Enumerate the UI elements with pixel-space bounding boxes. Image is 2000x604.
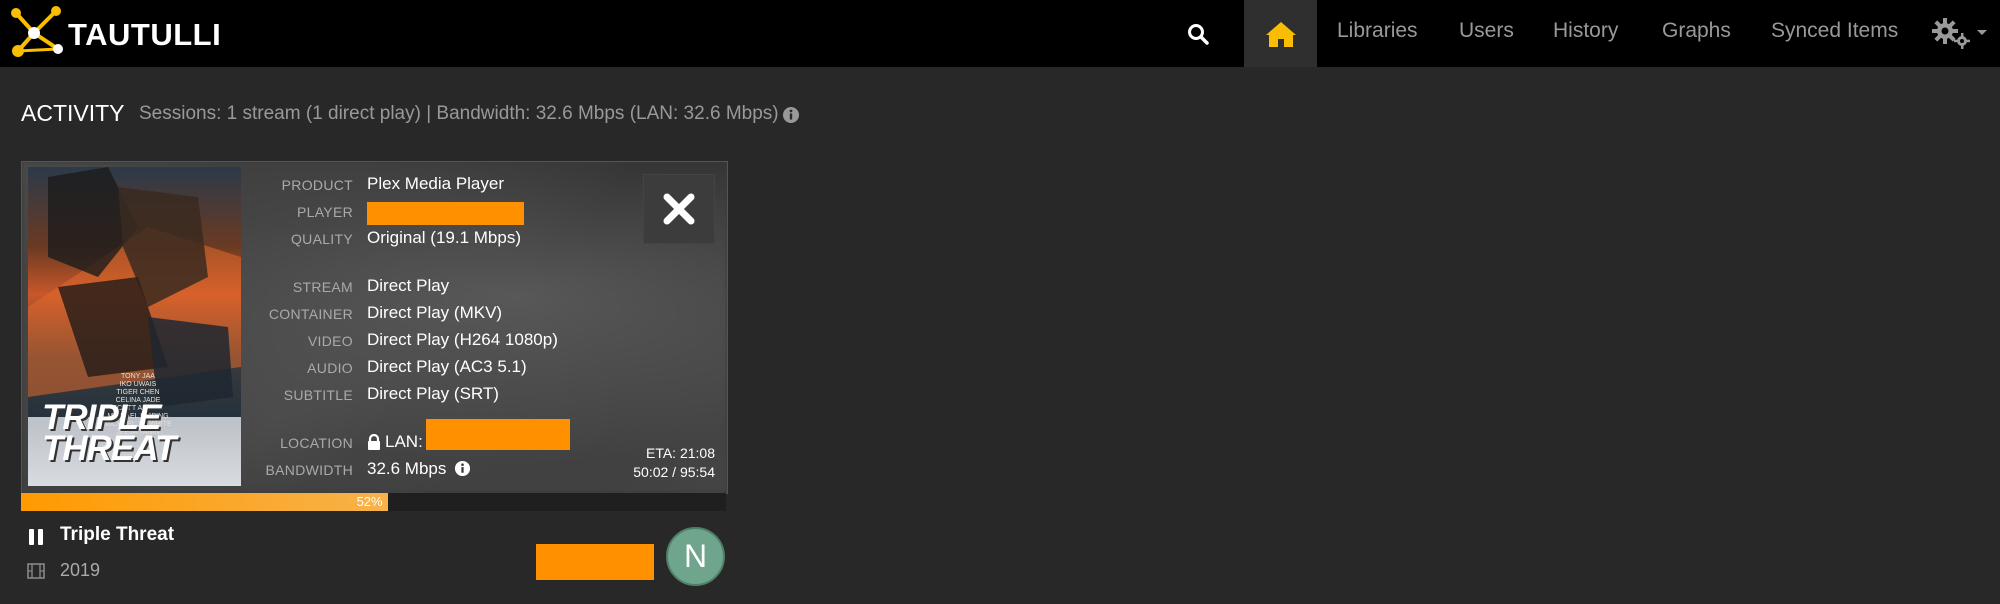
eta-text: ETA: 21:08 (645, 445, 715, 461)
navbar: TAUTULLI Libraries Users History Graphs … (0, 0, 2000, 67)
progress-fill (21, 493, 388, 511)
search-button[interactable] (1180, 16, 1216, 52)
bandwidth-label: BANDWIDTH (265, 462, 353, 478)
info-icon[interactable] (782, 106, 800, 124)
caret-down-icon (1977, 30, 1987, 35)
quality-value: Original (19.1 Mbps) (367, 228, 522, 247)
avatar-initial: N (683, 538, 708, 574)
bandwidth-value: 32.6 Mbps (367, 459, 447, 478)
elapsed-time: 50:02 / 95:54 (633, 464, 715, 480)
poster-title: TRIPLE THREAT (42, 398, 176, 468)
info-icon[interactable] (454, 460, 471, 477)
container-label: CONTAINER (268, 306, 353, 322)
quality-label: QUALITY (290, 231, 353, 247)
nav-synced-items[interactable]: Synced Items (1771, 0, 1898, 67)
media-title[interactable]: Triple Threat (60, 524, 174, 546)
lock-icon (368, 434, 380, 450)
username-redacted (536, 544, 654, 580)
film-icon (27, 563, 45, 579)
progress-label: 52% (356, 494, 383, 509)
avatar[interactable]: N (666, 527, 725, 586)
brand-name: TAUTULLI (68, 17, 222, 52)
video-value: Direct Play (H264 1080p) (367, 330, 558, 349)
product-value: Plex Media Player (367, 174, 505, 193)
brand-logo[interactable]: TAUTULLI (10, 5, 221, 61)
progress-bar: 52% (21, 493, 726, 511)
gear-icon (1932, 18, 1970, 49)
container-value: Direct Play (MKV) (367, 303, 503, 322)
nav-libraries[interactable]: Libraries (1337, 0, 1418, 67)
video-label: VIDEO (307, 333, 353, 349)
pause-icon (29, 529, 43, 545)
activity-title: ACTIVITY (21, 100, 125, 126)
tautulli-logo-icon (11, 6, 63, 57)
stream-label: STREAM (292, 279, 353, 295)
product-label: PRODUCT (281, 177, 353, 193)
activity-sessions: Sessions: 1 stream (1 direct play) | Ban… (139, 103, 779, 124)
home-icon (1265, 21, 1296, 47)
terminate-session-button[interactable] (643, 174, 715, 244)
nav-history[interactable]: History (1553, 0, 1618, 67)
location-value: LAN: (385, 432, 423, 451)
subtitle-value: Direct Play (SRT) (367, 384, 499, 403)
stream-value: Direct Play (367, 276, 450, 295)
subtitle-label: SUBTITLE (283, 387, 353, 403)
audio-label: AUDIO (307, 360, 353, 376)
player-label: PLAYER (296, 204, 353, 220)
location-label: LOCATION (280, 435, 353, 451)
nav-users[interactable]: Users (1459, 0, 1514, 67)
audio-value: Direct Play (AC3 5.1) (367, 357, 527, 376)
settings-dropdown[interactable] (1932, 13, 1992, 53)
location-redacted (426, 419, 570, 450)
eta-block: ETA: 21:08 50:02 / 95:54 (633, 444, 715, 482)
nav-graphs[interactable]: Graphs (1662, 0, 1731, 67)
nav-home[interactable] (1244, 0, 1317, 67)
media-year: 2019 (60, 560, 101, 580)
search-icon (1188, 24, 1209, 45)
stream-card: TONY JAA IKO UWAIS TIGER CHEN CELINA JAD… (21, 161, 728, 494)
player-redacted (367, 202, 524, 225)
close-icon (663, 193, 695, 225)
